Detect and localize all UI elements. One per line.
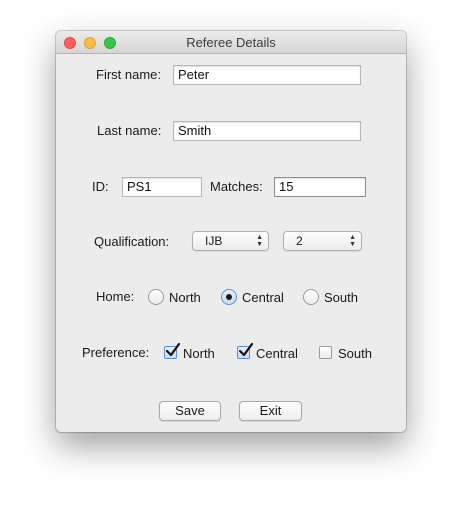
checkmark-icon bbox=[238, 342, 254, 357]
preference-north-checkbox[interactable] bbox=[164, 342, 181, 359]
home-radio-south[interactable] bbox=[303, 289, 319, 305]
qualification-level-select[interactable]: 2 ▲ ▼ bbox=[283, 231, 362, 251]
preference-central-checkbox[interactable] bbox=[237, 342, 254, 359]
preference-label: Preference: bbox=[82, 345, 150, 360]
first-name-field[interactable]: Peter bbox=[173, 65, 361, 85]
preference-south-checkbox[interactable] bbox=[319, 346, 332, 359]
id-field[interactable]: PS1 bbox=[122, 177, 202, 197]
qualification-type-select[interactable]: IJB ▲ ▼ bbox=[192, 231, 269, 251]
home-label: Home: bbox=[96, 289, 135, 304]
home-radio-south-label[interactable]: South bbox=[324, 290, 358, 306]
home-radio-central[interactable] bbox=[221, 289, 237, 305]
exit-button[interactable]: Exit bbox=[239, 401, 302, 421]
save-button[interactable]: Save bbox=[159, 401, 221, 421]
home-radio-north-label[interactable]: North bbox=[169, 290, 201, 306]
id-label: ID: bbox=[92, 179, 109, 194]
home-radio-north[interactable] bbox=[148, 289, 164, 305]
preference-north-label[interactable]: North bbox=[183, 346, 215, 362]
updown-arrows-icon: ▲ ▼ bbox=[256, 234, 263, 248]
first-name-label: First name: bbox=[96, 67, 162, 82]
home-radio-central-label[interactable]: Central bbox=[242, 290, 284, 306]
window-title: Referee Details bbox=[186, 35, 276, 50]
last-name-field[interactable]: Smith bbox=[173, 121, 361, 141]
matches-field[interactable]: 15 bbox=[274, 177, 366, 197]
matches-label: Matches: bbox=[210, 179, 263, 194]
title-bar[interactable]: Referee Details bbox=[56, 31, 406, 54]
updown-arrows-icon: ▲ ▼ bbox=[349, 234, 356, 248]
referee-details-window: Referee Details First name: Peter Last n… bbox=[56, 31, 406, 432]
checkmark-icon bbox=[165, 342, 181, 357]
preference-central-label[interactable]: Central bbox=[256, 346, 298, 362]
preference-south-label[interactable]: South bbox=[338, 346, 372, 362]
qualification-level-value: 2 bbox=[296, 234, 303, 248]
qualification-type-value: IJB bbox=[205, 234, 223, 248]
qualification-label: Qualification: bbox=[94, 234, 170, 249]
last-name-label: Last name: bbox=[97, 123, 162, 138]
